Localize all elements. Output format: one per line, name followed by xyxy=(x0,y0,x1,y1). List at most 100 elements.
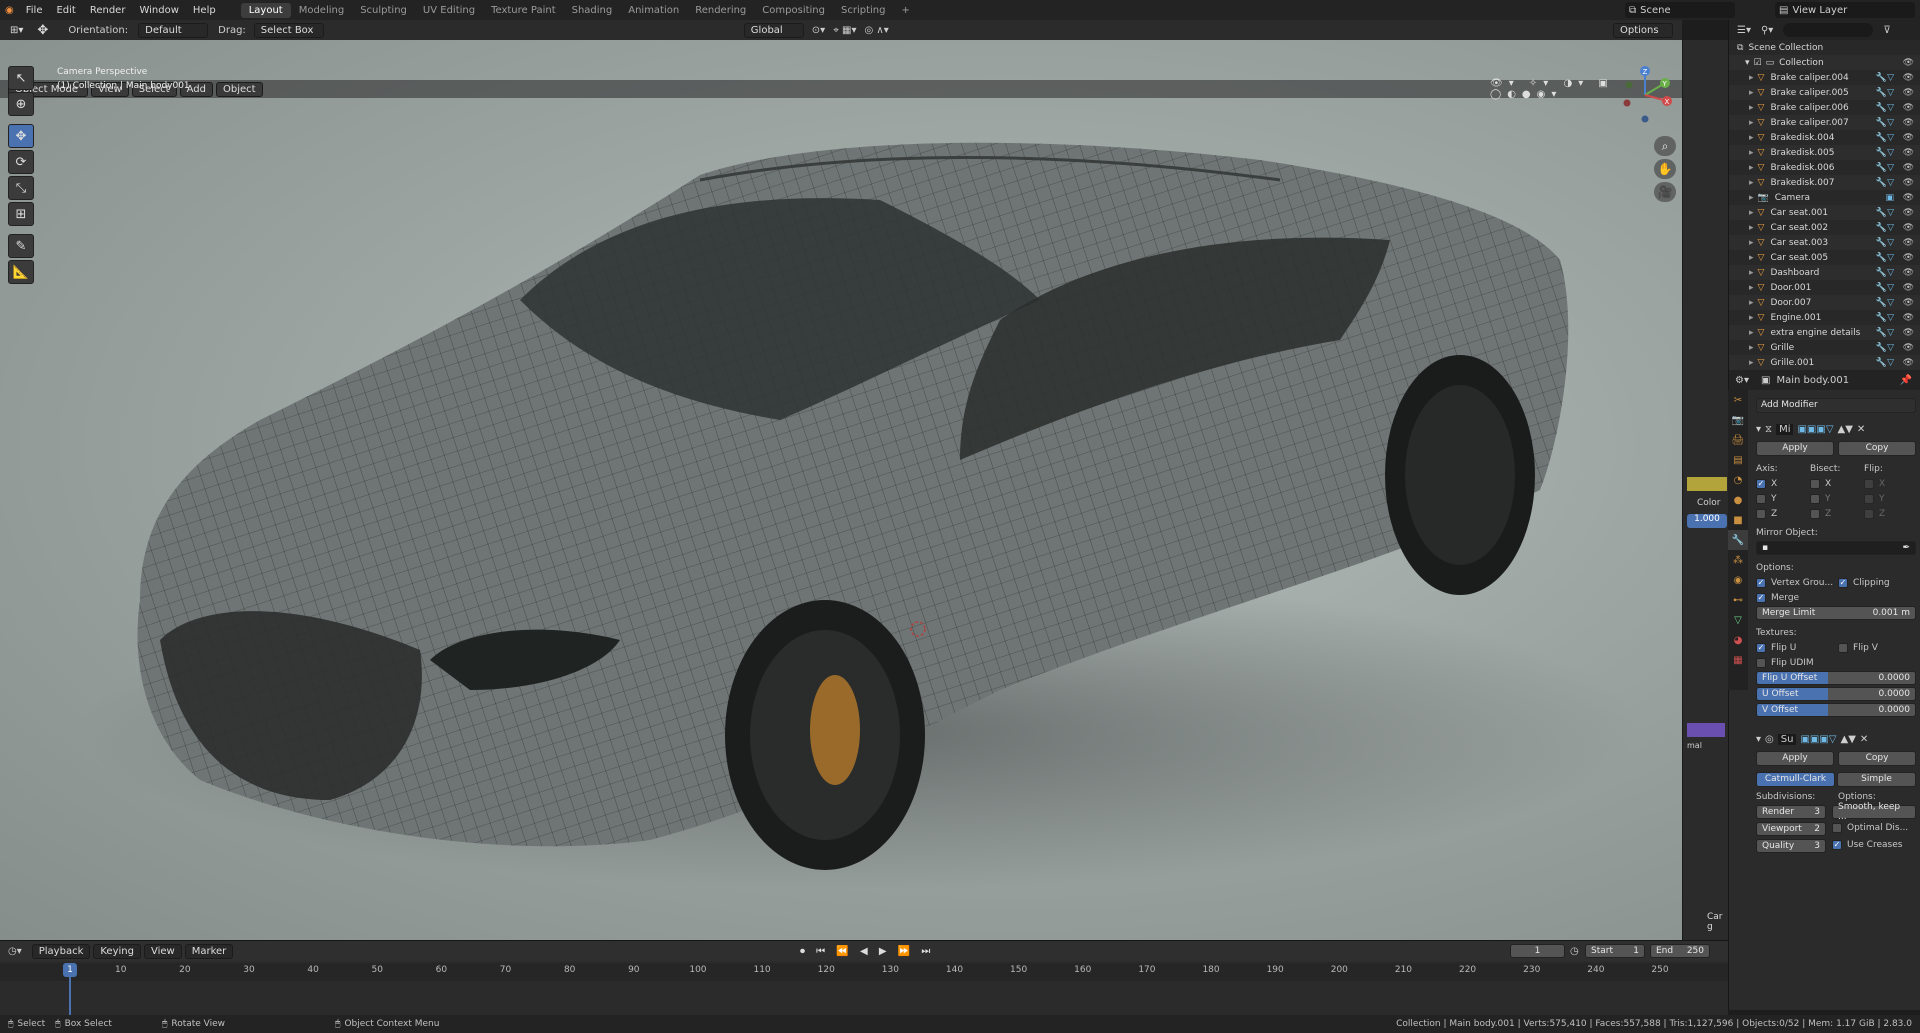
rotate-tool-button[interactable]: ⟳ xyxy=(8,150,34,174)
drag-dropdown[interactable]: Select Box xyxy=(253,22,324,38)
end-frame-field[interactable]: End 250 xyxy=(1650,944,1710,958)
visibility-eye-icon[interactable]: 👁 xyxy=(1903,283,1914,293)
outliner-editor-icon[interactable]: ☰▾ xyxy=(1737,25,1751,36)
outliner-expand-icon[interactable]: ▸ xyxy=(1749,298,1754,308)
visibility-eye-icon[interactable]: 👁 xyxy=(1903,103,1914,113)
axis-checkbox[interactable] xyxy=(1756,493,1766,504)
outliner-search[interactable] xyxy=(1783,23,1874,37)
flip-option[interactable]: Y xyxy=(1864,492,1885,507)
outliner-expand-icon[interactable]: ▸ xyxy=(1749,88,1754,98)
modifier-wrench-icon[interactable]: 🔧▽ xyxy=(1876,88,1894,98)
outliner-display-icon[interactable]: ⚲▾ xyxy=(1761,25,1773,36)
outliner-expand-icon[interactable]: ▸ xyxy=(1749,328,1754,338)
constraints-tab[interactable]: ⊷ xyxy=(1728,590,1748,610)
flip-checkbox[interactable] xyxy=(1864,508,1874,519)
modifier-wrench-icon[interactable]: 🔧▽ xyxy=(1876,148,1894,158)
outliner-item[interactable]: ▸ 📷 Camera ▣ 👁 xyxy=(1729,190,1920,205)
outliner-expand-icon[interactable]: ▸ xyxy=(1749,223,1754,233)
viewport-levels-field[interactable]: Viewport 2 xyxy=(1756,821,1826,836)
modifier-tab[interactable]: 🔧 xyxy=(1728,530,1748,550)
merge-option[interactable]: ✓ Merge xyxy=(1756,591,1916,606)
menu-help[interactable]: Help xyxy=(186,5,223,16)
add-modifier-button[interactable]: Add Modifier xyxy=(1756,398,1916,413)
subsurf-modifier-header[interactable]: ▾ ◎ Su ▣▣▣▽ ▲▼ ✕ xyxy=(1756,731,1916,747)
visibility-eye-icon[interactable]: 👁 xyxy=(1903,298,1914,308)
axis-checkbox[interactable]: ✓ xyxy=(1756,478,1766,489)
playback-controls[interactable]: ⏺ ⏮ ⏪ ◀ ▶ ⏩ ⏭ xyxy=(800,946,934,957)
outliner-expand-icon[interactable]: ▸ xyxy=(1749,193,1754,203)
clipping-option[interactable]: ✓ Clipping xyxy=(1838,576,1890,591)
outliner-item[interactable]: ▸ ▽ Brake caliper.005 🔧▽ 👁 xyxy=(1729,85,1920,100)
use-creases-option[interactable]: ✓ Use Creases xyxy=(1832,838,1902,853)
tab-texture-paint[interactable]: Texture Paint xyxy=(483,3,564,18)
visibility-eye-icon[interactable]: 👁 xyxy=(1903,253,1914,263)
material-tab[interactable]: ◕ xyxy=(1728,630,1748,650)
outliner-item[interactable]: ▸ ▽ Grille 🔧▽ 👁 xyxy=(1729,340,1920,355)
clipping-checkbox[interactable]: ✓ xyxy=(1838,577,1848,588)
outliner-item[interactable]: ▸ ▽ Brakedisk.005 🔧▽ 👁 xyxy=(1729,145,1920,160)
outliner-expand-icon[interactable]: ▸ xyxy=(1749,178,1754,188)
mirror-visibility-icons[interactable]: ▣▣▣▽ xyxy=(1797,424,1833,435)
visibility-eye-icon[interactable]: 👁 xyxy=(1903,133,1914,143)
flip-checkbox[interactable] xyxy=(1864,493,1874,504)
v-offset-field[interactable]: V Offset 0.0000 xyxy=(1756,703,1916,717)
u-offset-field[interactable]: U Offset 0.0000 xyxy=(1756,687,1916,701)
subsurf-copy-button[interactable]: Copy xyxy=(1838,751,1916,766)
outliner-expand-icon[interactable]: ▸ xyxy=(1749,268,1754,278)
modifier-wrench-icon[interactable]: 🔧▽ xyxy=(1876,343,1894,353)
modifier-wrench-icon[interactable]: 🔧▽ xyxy=(1876,313,1894,323)
menu-file[interactable]: File xyxy=(19,5,50,16)
subsurf-visibility-icons[interactable]: ▣▣▣▽ xyxy=(1800,734,1836,745)
visibility-eye-icon[interactable]: 👁 xyxy=(1903,208,1914,218)
visibility-eye-icon[interactable]: 👁 xyxy=(1903,268,1914,278)
flip-v-checkbox[interactable] xyxy=(1838,642,1848,653)
subsurf-move-arrows-icon[interactable]: ▲▼ xyxy=(1841,734,1856,745)
outliner-item[interactable]: ▸ ▽ Car seat.003 🔧▽ 👁 xyxy=(1729,235,1920,250)
visibility-eye-icon[interactable]: 👁 xyxy=(1903,118,1914,128)
merge-checkbox[interactable]: ✓ xyxy=(1756,592,1766,603)
outliner-expand-icon[interactable]: ▸ xyxy=(1749,148,1754,158)
visibility-eye-icon[interactable]: 👁 xyxy=(1903,238,1914,248)
keying-menu[interactable]: Keying xyxy=(93,943,141,959)
modifier-wrench-icon[interactable]: 🔧▽ xyxy=(1876,103,1894,113)
mirror-collapse-icon[interactable]: ▾ xyxy=(1756,424,1761,435)
modifier-wrench-icon[interactable]: 🔧▽ xyxy=(1876,298,1894,308)
mirror-modifier-name[interactable]: Mi xyxy=(1776,423,1794,435)
zoom-view-button[interactable]: ⌕ xyxy=(1654,136,1676,156)
catmull-clark-button[interactable]: Catmull-Clark xyxy=(1756,772,1835,787)
merge-limit-field[interactable]: Merge Limit 0.001 m xyxy=(1756,606,1916,620)
subsurf-collapse-icon[interactable]: ▾ xyxy=(1756,734,1761,745)
subsurf-remove-icon[interactable]: ✕ xyxy=(1860,734,1868,745)
visibility-eye-icon[interactable]: 👁 xyxy=(1903,193,1914,203)
outliner-expand-icon[interactable]: ▸ xyxy=(1749,313,1754,323)
bisect-option[interactable]: Z xyxy=(1810,507,1864,522)
scene-collection-row[interactable]: ⧉ Scene Collection xyxy=(1729,40,1920,55)
snap-icon[interactable]: ⌖ ▦▾ xyxy=(833,25,856,36)
visibility-eye-icon[interactable]: 👁 xyxy=(1903,328,1914,338)
blender-logo-icon[interactable]: ◉ xyxy=(0,5,19,16)
tool-tab[interactable]: ✂ xyxy=(1728,390,1748,410)
visibility-eye-icon[interactable]: 👁 xyxy=(1903,73,1914,83)
vertex-groups-checkbox[interactable]: ✓ xyxy=(1756,577,1766,588)
modifier-wrench-icon[interactable]: 🔧▽ xyxy=(1876,178,1894,188)
view-layer-selector[interactable]: ▤ View Layer xyxy=(1775,2,1915,18)
mirror-apply-button[interactable]: Apply xyxy=(1756,441,1834,456)
visibility-eye-icon[interactable]: 👁 xyxy=(1903,88,1914,98)
outliner-item[interactable]: ▸ ▽ Dashboard 🔧▽ 👁 xyxy=(1729,265,1920,280)
outliner-item[interactable]: ▸ ▽ Car seat.005 🔧▽ 👁 xyxy=(1729,250,1920,265)
uv-smooth-dropdown[interactable]: Smooth, keep ... xyxy=(1832,802,1916,822)
eyedropper-icon[interactable]: ✒ xyxy=(1902,543,1910,553)
modifier-wrench-icon[interactable]: 🔧▽ xyxy=(1876,73,1894,83)
playback-menu[interactable]: Playback xyxy=(31,943,91,959)
outliner-item[interactable]: ▸ ▽ Grille.001 🔧▽ 👁 xyxy=(1729,355,1920,370)
subsurf-modifier-name[interactable]: Su xyxy=(1777,733,1797,745)
render-levels-field[interactable]: Render 3 xyxy=(1756,805,1826,819)
outliner-item[interactable]: ▸ ▽ Brakedisk.006 🔧▽ 👁 xyxy=(1729,160,1920,175)
menu-render[interactable]: Render xyxy=(83,5,133,16)
optimal-display-checkbox[interactable] xyxy=(1832,822,1842,833)
menu-window[interactable]: Window xyxy=(132,5,185,16)
outliner-expand-icon[interactable]: ▸ xyxy=(1749,208,1754,218)
playhead[interactable]: 1 xyxy=(63,963,77,977)
modifier-wrench-icon[interactable]: 🔧▽ xyxy=(1876,358,1894,368)
object-tab[interactable]: ■ xyxy=(1728,510,1748,530)
